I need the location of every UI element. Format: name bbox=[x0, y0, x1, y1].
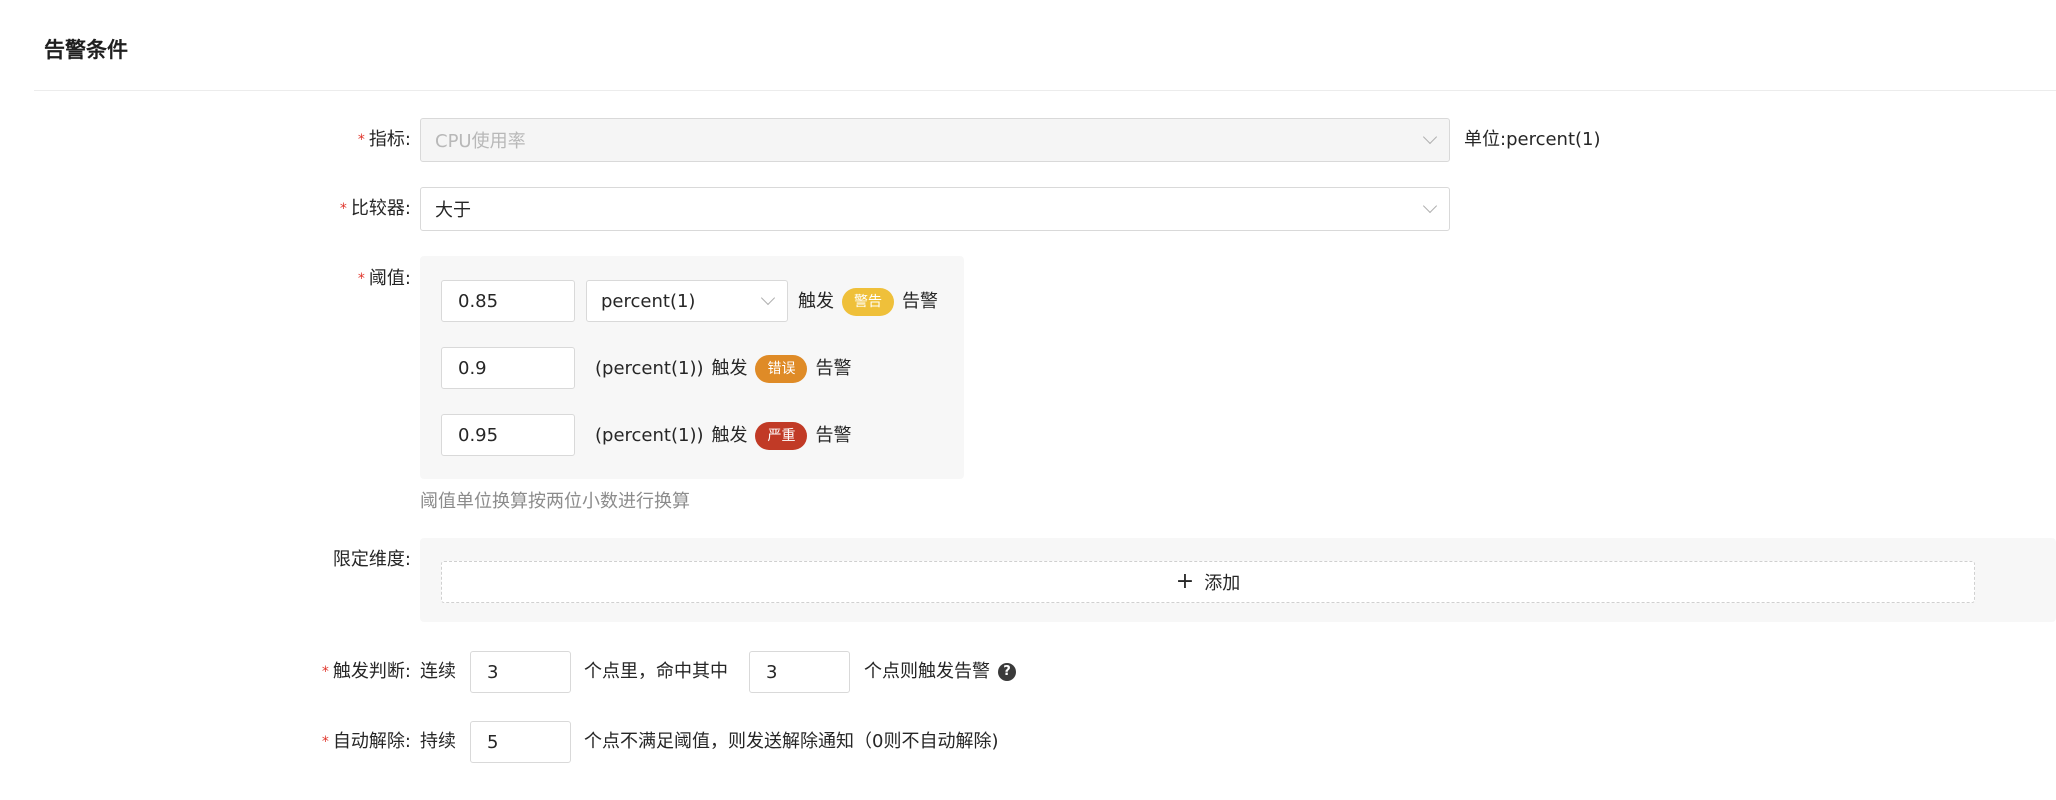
comparator-select-value: 大于 bbox=[435, 200, 471, 221]
threshold-error-desc: (percent(1)) 触发 错误 告警 bbox=[595, 355, 851, 383]
tag-critical: 严重 bbox=[755, 422, 808, 450]
threshold-label: * 阈值: bbox=[357, 268, 411, 289]
threshold-help-text: 阈值单位换算按两位小数进行换算 bbox=[420, 491, 690, 512]
trigger-judge-label: * 触发判断: bbox=[321, 661, 411, 682]
required-mark: * bbox=[357, 271, 365, 287]
plus-icon: + bbox=[1175, 569, 1195, 594]
comparator-select[interactable]: 大于 bbox=[420, 187, 1450, 231]
threshold-critical-desc: (percent(1)) 触发 严重 告警 bbox=[595, 422, 851, 450]
trigger-judge-prefix: 连续 bbox=[420, 661, 456, 682]
tag-error: 错误 bbox=[755, 355, 808, 383]
chevron-down-icon bbox=[1422, 129, 1438, 145]
trigger-judge-suffix: 个点则触发告警 ? bbox=[864, 659, 1016, 685]
metric-label: * 指标: bbox=[357, 129, 411, 150]
dimension-label: 限定维度: bbox=[332, 549, 411, 570]
divider bbox=[34, 90, 2056, 91]
threshold-warning-input[interactable]: 0.85 bbox=[441, 280, 575, 322]
threshold-warning-desc: 触发 警告 告警 bbox=[798, 288, 938, 316]
threshold-error-input[interactable]: 0.9 bbox=[441, 347, 575, 389]
auto-resolve-points-input[interactable]: 5 bbox=[470, 721, 571, 763]
section-title: 告警条件 bbox=[44, 38, 128, 62]
chevron-down-icon bbox=[1422, 198, 1438, 214]
threshold-unit-select[interactable]: percent(1) bbox=[586, 280, 788, 322]
metric-select-value: CPU使用率 bbox=[435, 131, 526, 152]
required-mark: * bbox=[321, 664, 329, 680]
metric-select[interactable]: CPU使用率 bbox=[420, 118, 1450, 162]
required-mark: * bbox=[321, 734, 329, 750]
trigger-hits-input[interactable]: 3 bbox=[749, 651, 850, 693]
required-mark: * bbox=[357, 132, 365, 148]
auto-resolve-prefix: 持续 bbox=[420, 731, 456, 752]
auto-resolve-label: * 自动解除: bbox=[321, 731, 411, 752]
comparator-label: * 比较器: bbox=[339, 198, 411, 219]
metric-unit: 单位:percent(1) bbox=[1464, 129, 1601, 150]
chevron-down-icon bbox=[760, 290, 776, 306]
trigger-points-input[interactable]: 3 bbox=[470, 651, 571, 693]
trigger-judge-middle: 个点里，命中其中 bbox=[584, 661, 728, 682]
required-mark: * bbox=[339, 201, 347, 217]
question-circle-icon[interactable]: ? bbox=[998, 663, 1016, 681]
add-dimension-button[interactable]: + 添加 bbox=[441, 561, 1975, 603]
auto-resolve-suffix: 个点不满足阈值，则发送解除通知（0则不自动解除) bbox=[584, 731, 999, 752]
threshold-critical-input[interactable]: 0.95 bbox=[441, 414, 575, 456]
tag-warning: 警告 bbox=[842, 288, 894, 316]
